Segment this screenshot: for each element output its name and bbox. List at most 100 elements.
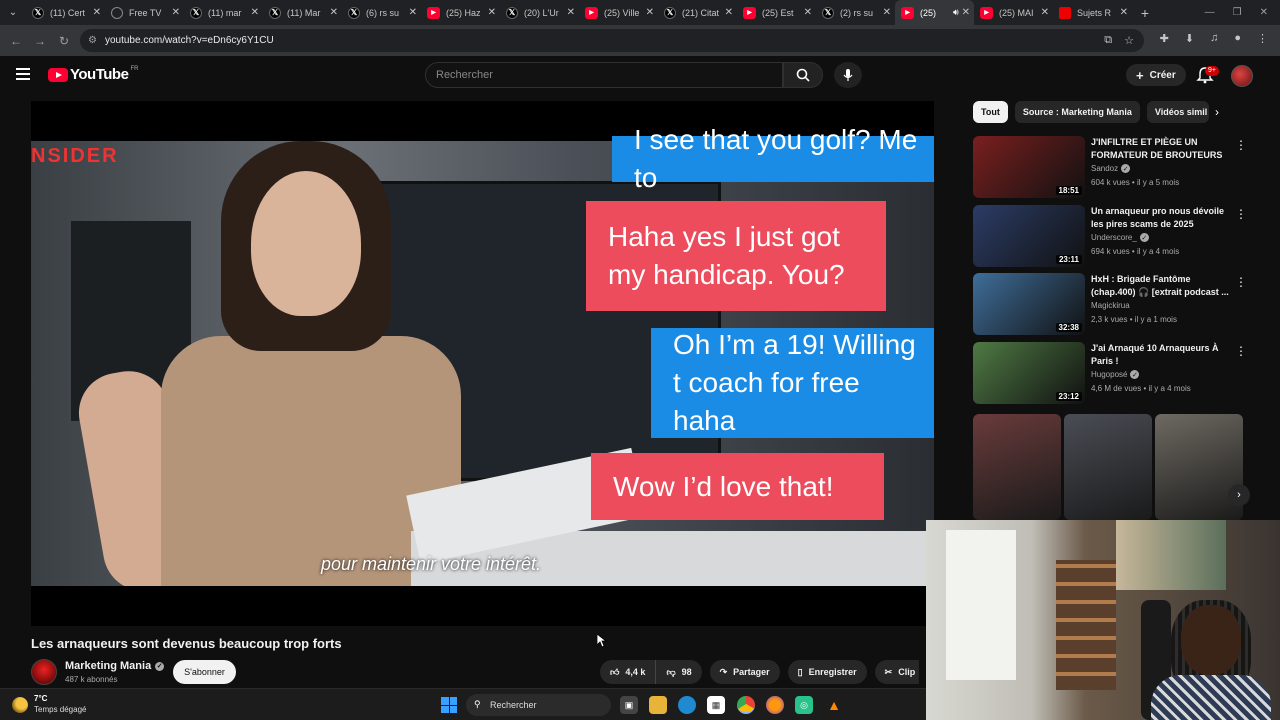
tab-close-icon[interactable]: ✕ (567, 7, 575, 18)
install-app-icon[interactable]: ⧉ (1104, 34, 1112, 47)
menu-icon[interactable] (16, 68, 30, 80)
channel-avatar[interactable] (31, 659, 57, 685)
bookmark-star-icon[interactable]: ☆ (1124, 34, 1134, 47)
save-button[interactable]: ▯ Enregistrer (787, 660, 867, 684)
more-actions-icon[interactable]: ⋮ (1235, 275, 1247, 289)
chevron-right-icon[interactable]: › (1215, 105, 1219, 119)
browser-tab[interactable]: 𝕏 (6) rs su ✕ (342, 0, 421, 25)
tab-close-icon[interactable]: ✕ (962, 7, 970, 18)
voice-search-button[interactable] (834, 62, 862, 88)
recommended-title[interactable]: J'ai Arnaqué 10 Arnaqueurs À Paris ! (1091, 342, 1231, 368)
browser-tab[interactable]: ▶ (25) MAI ✕ (974, 0, 1053, 25)
recommended-channel[interactable]: Hugoposé ✓ (1091, 370, 1140, 379)
more-actions-icon[interactable]: ⋮ (1235, 344, 1247, 358)
tab-search-chevron-icon[interactable]: ⌄ (0, 0, 26, 25)
tab-close-icon[interactable]: ✕ (488, 7, 496, 18)
channel-name-link[interactable]: Marketing Mania ✓ (65, 660, 165, 672)
youtube-logo[interactable]: YouTube FR (48, 66, 138, 83)
short-thumbnail[interactable] (973, 414, 1061, 520)
windows-start-icon[interactable] (441, 697, 457, 713)
maximize-icon[interactable]: ❐ (1233, 7, 1242, 18)
search-input[interactable]: Rechercher (425, 62, 783, 88)
recommended-video[interactable]: 23:12 J'ai Arnaqué 10 Arnaqueurs À Paris … (973, 342, 1273, 404)
chip-all[interactable]: Tout (973, 101, 1008, 123)
tab-close-icon[interactable]: ✕ (804, 7, 812, 18)
tab-close-icon[interactable]: ✕ (330, 7, 338, 18)
create-button[interactable]: + Créer (1126, 64, 1186, 86)
browser-tab[interactable]: ▶ (25) Est ✕ (737, 0, 816, 25)
tab-close-icon[interactable]: ✕ (251, 7, 259, 18)
close-window-icon[interactable]: ✕ (1260, 7, 1268, 18)
tab-close-icon[interactable]: ✕ (1041, 7, 1049, 18)
tab-close-icon[interactable]: ✕ (725, 7, 733, 18)
forward-icon[interactable]: → (28, 34, 52, 48)
recommended-title[interactable]: Un arnaqueur pro nous dévoile les pires … (1091, 205, 1231, 231)
browser-tab[interactable]: ▶ (25) 🔊︎ ✕ (895, 0, 974, 25)
video-thumbnail[interactable]: 18:51 (973, 136, 1085, 198)
video-thumbnail[interactable]: 23:11 (973, 205, 1085, 267)
recommended-title[interactable]: J'INFILTRE ET PIÈGE UN FORMATEUR DE BROU… (1091, 136, 1231, 162)
tab-close-icon[interactable]: ✕ (93, 7, 101, 18)
downloads-icon[interactable]: ⬇ (1185, 32, 1194, 45)
video-player[interactable]: NSIDER I see that you golf? Me to Haha y… (31, 101, 934, 626)
chip-source[interactable]: Source : Marketing Mania (1014, 101, 1140, 123)
video-thumbnail[interactable]: 32:38 (973, 273, 1085, 335)
tab-audio-icon[interactable]: 🔊︎ (953, 7, 959, 18)
short-thumbnail[interactable] (1064, 414, 1152, 520)
share-button[interactable]: ↷ Partager (709, 660, 780, 684)
browser-tab[interactable]: Sujets R ✕ (1053, 0, 1132, 25)
browser-tab[interactable]: 𝕏 (2) rs su ✕ (816, 0, 895, 25)
weather-moon-icon[interactable] (12, 697, 28, 713)
site-info-icon[interactable]: ⚙ (88, 35, 97, 46)
browser-tab[interactable]: 𝕏 (11) Cert ✕ (26, 0, 105, 25)
recommended-channel[interactable]: Magickirua (1091, 301, 1130, 310)
back-icon[interactable]: ← (4, 34, 28, 48)
minimize-icon[interactable]: — (1205, 7, 1215, 18)
recommended-channel[interactable]: Underscore_ ✓ (1091, 233, 1149, 242)
store-icon[interactable]: ▦ (707, 696, 725, 714)
recommended-video[interactable]: 23:11 Un arnaqueur pro nous dévoile les p… (973, 205, 1273, 267)
reload-icon[interactable]: ↻ (52, 34, 76, 48)
recommended-title[interactable]: HxH : Brigade Fantôme (chap.400) 🎧 [extr… (1091, 273, 1231, 299)
dislike-button[interactable]: 👎︎ 98 (656, 660, 702, 684)
chip-similar[interactable]: Vidéos simil (1146, 101, 1209, 123)
media-controls-icon[interactable]: ♫ (1210, 32, 1218, 45)
search-button[interactable] (783, 62, 823, 88)
more-actions-icon[interactable]: ⋮ (1235, 207, 1247, 221)
address-bar[interactable]: ⚙ youtube.com/watch?v=eDn6cy6Y1CU ⧉ ☆ (80, 29, 1144, 52)
extensions-icon[interactable]: ✚ (1160, 32, 1169, 45)
tab-close-icon[interactable]: ✕ (883, 7, 891, 18)
more-actions-icon[interactable]: ⋮ (1235, 138, 1247, 152)
new-tab-button[interactable]: + (1132, 5, 1158, 21)
like-button[interactable]: 👍︎ 4,4 k (600, 660, 657, 684)
browser-tab[interactable]: 𝕏 (21) Citat ✕ (658, 0, 737, 25)
clip-button[interactable]: ✂ Clip (874, 660, 920, 684)
shorts-next-icon[interactable]: › (1228, 484, 1250, 506)
browser-tab[interactable]: Free TV ✕ (105, 0, 184, 25)
recommended-video[interactable]: 32:38 HxH : Brigade Fantôme (chap.400) 🎧 … (973, 273, 1273, 335)
tab-close-icon[interactable]: ✕ (409, 7, 417, 18)
recommended-channel[interactable]: Sandoz ✓ (1091, 164, 1131, 173)
short-thumbnail[interactable] (1155, 414, 1243, 520)
task-view-icon[interactable]: ▣ (620, 696, 638, 714)
vlc-icon[interactable]: ▲ (825, 696, 843, 714)
browser-tab[interactable]: ▶ (25) Haz ✕ (421, 0, 500, 25)
profile-icon[interactable]: ● (1234, 32, 1241, 45)
browser-tab[interactable]: 𝕏 (11) Mar ✕ (263, 0, 342, 25)
recommended-video[interactable]: 18:51 J'INFILTRE ET PIÈGE UN FORMATEUR DE… (973, 136, 1273, 198)
app-icon[interactable]: ◎ (795, 696, 813, 714)
tab-close-icon[interactable]: ✕ (1120, 7, 1128, 18)
browser-tab[interactable]: ▶ (25) Ville ✕ (579, 0, 658, 25)
browser-tab[interactable]: 𝕏 (20) L'Ur ✕ (500, 0, 579, 25)
browser-tab[interactable]: 𝕏 (11) mar ✕ (184, 0, 263, 25)
firefox-icon[interactable] (766, 696, 784, 714)
account-avatar[interactable] (1231, 65, 1253, 87)
file-explorer-icon[interactable] (649, 696, 667, 714)
edge-icon[interactable] (678, 696, 696, 714)
tab-close-icon[interactable]: ✕ (646, 7, 654, 18)
video-thumbnail[interactable]: 23:12 (973, 342, 1085, 404)
subscribe-button[interactable]: S'abonner (173, 660, 236, 684)
browser-menu-icon[interactable]: ⋮ (1257, 32, 1268, 45)
chrome-icon[interactable] (737, 696, 755, 714)
tab-close-icon[interactable]: ✕ (172, 7, 180, 18)
